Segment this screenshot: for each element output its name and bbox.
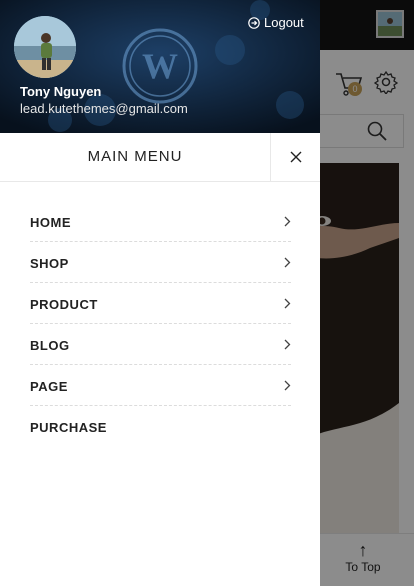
menu-item-label: PRODUCT bbox=[30, 297, 98, 312]
menu-item-purchase[interactable]: PURCHASE bbox=[30, 406, 291, 447]
profile-header: W Tony Nguyen lead.kutethemes@gmail.com … bbox=[0, 0, 320, 133]
logout-label: Logout bbox=[264, 15, 304, 30]
menu-item-label: SHOP bbox=[30, 256, 69, 271]
main-menu-list: HOME SHOP PRODUCT BLOG PAGE PURCHASE bbox=[30, 201, 291, 447]
menu-item-label: PAGE bbox=[30, 379, 68, 394]
menu-item-shop[interactable]: SHOP bbox=[30, 242, 291, 283]
wordpress-logo: W bbox=[122, 28, 198, 104]
chevron-right-icon[interactable] bbox=[283, 339, 291, 350]
main-menu-drawer: W Tony Nguyen lead.kutethemes@gmail.com … bbox=[0, 0, 320, 586]
close-menu-button[interactable] bbox=[270, 133, 320, 181]
chevron-right-icon[interactable] bbox=[283, 216, 291, 227]
profile-name: Tony Nguyen bbox=[20, 84, 102, 99]
menu-item-label: PURCHASE bbox=[30, 420, 107, 435]
chevron-right-icon[interactable] bbox=[283, 257, 291, 268]
menu-title-bar: MAIN MENU bbox=[0, 133, 320, 182]
logout-button[interactable]: Logout bbox=[248, 15, 304, 30]
menu-item-home[interactable]: HOME bbox=[30, 201, 291, 242]
menu-item-page[interactable]: PAGE bbox=[30, 365, 291, 406]
svg-text:W: W bbox=[142, 46, 178, 86]
logout-icon bbox=[248, 16, 260, 29]
menu-item-label: BLOG bbox=[30, 338, 70, 353]
close-icon bbox=[290, 151, 302, 163]
menu-item-blog[interactable]: BLOG bbox=[30, 324, 291, 365]
menu-item-product[interactable]: PRODUCT bbox=[30, 283, 291, 324]
avatar[interactable] bbox=[14, 16, 76, 78]
menu-title: MAIN MENU bbox=[87, 148, 183, 165]
menu-item-label: HOME bbox=[30, 215, 71, 230]
chevron-right-icon[interactable] bbox=[283, 380, 291, 391]
chevron-right-icon[interactable] bbox=[283, 298, 291, 309]
profile-email: lead.kutethemes@gmail.com bbox=[20, 101, 188, 116]
